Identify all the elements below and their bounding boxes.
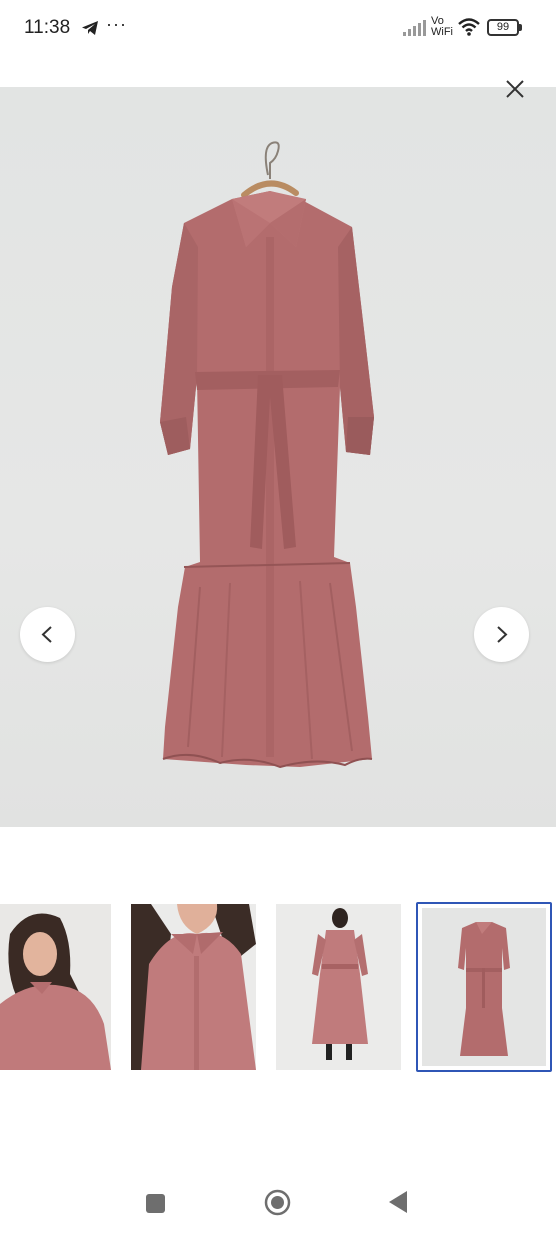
chevron-right-icon [497,626,508,643]
thumbnail-model-full-back[interactable] [276,904,401,1070]
dress-on-hanger-image [160,141,374,769]
wifi-icon [458,18,480,36]
battery-tip [519,24,522,31]
recent-apps-button[interactable] [146,1194,165,1213]
wifi-label: WiFi [431,26,453,38]
thumbnail-collar-closeup[interactable] [131,904,256,1070]
more-notifications-icon: ··· [106,14,127,34]
thumbnail-model-portrait[interactable] [0,904,111,1070]
thumbnail-dress-on-hanger[interactable] [416,902,552,1072]
battery-icon: 99 [487,19,523,36]
next-image-button[interactable] [474,607,529,662]
model-full-back-image [276,904,401,1070]
status-bar: 11:38 ··· Vo WiFi 99 [0,0,556,56]
previous-image-button[interactable] [20,607,75,662]
battery-level: 99 [487,19,519,36]
system-navigation-bar [0,1170,556,1235]
signal-icon [403,20,426,36]
dress-on-hanger-thumbnail-image [422,908,546,1066]
close-icon [506,80,524,98]
home-button[interactable] [264,1189,291,1216]
main-product-image[interactable] [0,87,556,827]
status-time: 11:38 [24,17,71,38]
model-portrait-image [0,904,111,1070]
thumbnail-strip [0,900,556,1075]
chevron-left-icon [41,626,52,643]
collar-closeup-image [131,904,256,1070]
close-button[interactable] [500,74,530,104]
telegram-icon [82,21,98,35]
vowifi-indicator: Vo WiFi [431,16,453,38]
back-button[interactable] [388,1190,408,1214]
